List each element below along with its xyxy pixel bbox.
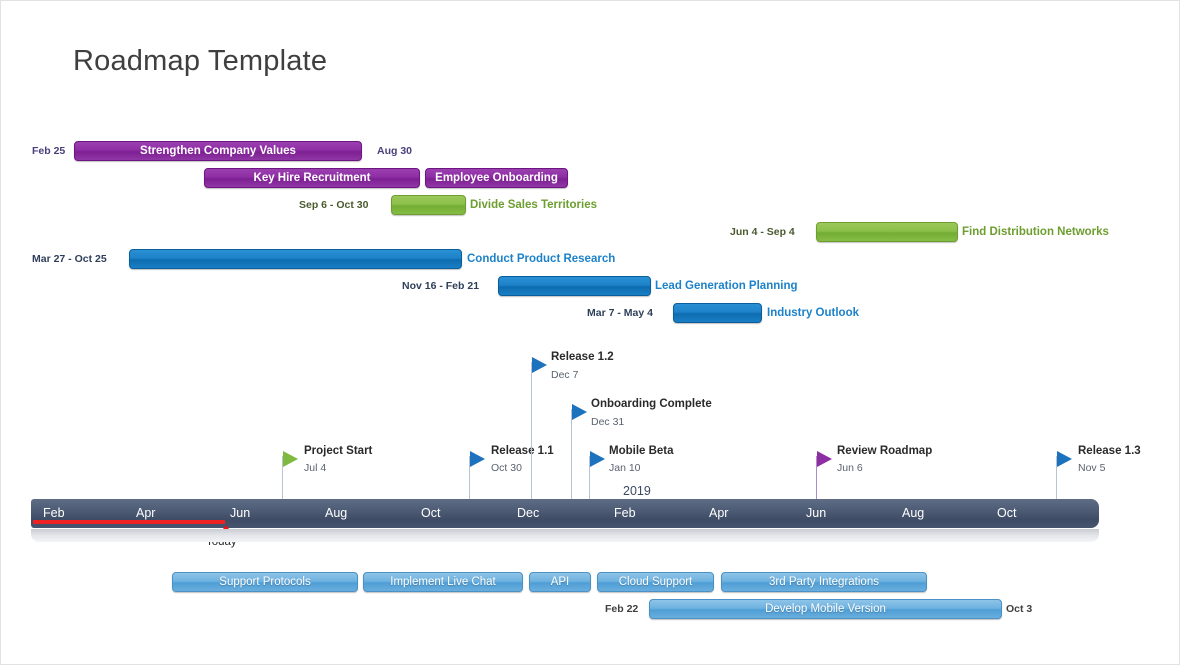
bar-divide-sales-territories[interactable] (391, 195, 466, 215)
bar-label-key-hire-recruitment: Key Hire Recruitment (253, 172, 371, 184)
axis-tick-10-oct: Oct (997, 506, 1017, 520)
milestone-flag-icon-onboarding-complete[interactable] (572, 404, 587, 420)
milestone-title-release-1-3: Release 1.3 (1078, 445, 1141, 457)
milestone-flag-icon-release-1-1[interactable] (470, 451, 485, 467)
axis-tick-7-apr: Apr (709, 506, 729, 520)
start-date-strengthen-company-values: Feb 25 (32, 145, 66, 157)
start-date-find-distribution-networks: Jun 4 - Sep 4 (730, 226, 795, 238)
end-date-develop-mobile-version: Oct 3 (1006, 603, 1033, 615)
axis-tick-4-oct: Oct (421, 506, 441, 520)
axis-tick-3-aug: Aug (325, 506, 348, 520)
milestone-flag-icon-mobile-beta[interactable] (590, 451, 605, 467)
milestone-date-project-start: Jul 4 (304, 462, 327, 474)
axis-tick-9-aug: Aug (902, 506, 925, 520)
roadmap-slide: Roadmap Template Strengthen Company Valu… (0, 0, 1180, 665)
bar-strengthen-company-values[interactable]: Strengthen Company Values (74, 141, 362, 161)
milestone-title-release-1-1: Release 1.1 (491, 445, 554, 457)
milestone-date-release-1-1: Oct 30 (491, 462, 522, 474)
bar-industry-outlook[interactable] (673, 303, 762, 323)
milestone-flag-icon-project-start[interactable] (283, 451, 298, 467)
milestone-date-release-1-2: Dec 7 (551, 369, 579, 381)
bar-cloud-support[interactable]: Cloud Support (597, 572, 714, 592)
bar-implement-live-chat[interactable]: Implement Live Chat (363, 572, 523, 592)
bar-lead-generation-planning[interactable] (498, 276, 651, 296)
milestone-line-onboarding-complete (571, 409, 572, 499)
milestone-flag-icon-release-1-3[interactable] (1057, 451, 1072, 467)
bar-label-3rd-party-integrations: 3rd Party Integrations (769, 576, 879, 588)
bar-label-support-protocols: Support Protocols (219, 576, 311, 588)
axis-tick-2-jun: Jun (230, 506, 251, 520)
bar-label-cloud-support: Cloud Support (618, 576, 693, 588)
bar-label-api: API (550, 576, 570, 588)
start-date-lead-generation-planning: Nov 16 - Feb 21 (402, 280, 480, 292)
milestone-flag-icon-review-roadmap[interactable] (817, 451, 832, 467)
bar-conduct-product-research[interactable] (129, 249, 462, 269)
axis-tick-5-dec: Dec (517, 506, 540, 520)
bar-label-industry-outlook: Industry Outlook (767, 307, 859, 319)
end-date-strengthen-company-values: Aug 30 (377, 145, 413, 157)
milestone-date-release-1-3: Nov 5 (1078, 462, 1106, 474)
milestone-title-onboarding-complete: Onboarding Complete (591, 398, 712, 410)
bar-key-hire-recruitment[interactable]: Key Hire Recruitment (204, 168, 420, 188)
page-title: Roadmap Template (73, 45, 328, 77)
milestone-title-review-roadmap: Review Roadmap (837, 445, 933, 457)
axis-tick-8-jun: Jun (806, 506, 827, 520)
bar-label-divide-sales-territories: Divide Sales Territories (470, 199, 597, 211)
bar-api[interactable]: API (529, 572, 591, 592)
start-date-industry-outlook: Mar 7 - May 4 (587, 307, 653, 319)
start-date-develop-mobile-version: Feb 22 (605, 603, 639, 615)
bar-label-find-distribution-networks: Find Distribution Networks (962, 226, 1109, 238)
bar-develop-mobile-version[interactable]: Develop Mobile Version (649, 599, 1002, 619)
axis-shadow (31, 529, 1099, 542)
bar-label-develop-mobile-version: Develop Mobile Version (765, 603, 886, 615)
milestone-flag-icon-release-1-2[interactable] (532, 357, 547, 373)
milestone-date-mobile-beta: Jan 10 (609, 462, 641, 474)
bar-label-lead-generation-planning: Lead Generation Planning (655, 280, 798, 292)
bar-label-conduct-product-research: Conduct Product Research (467, 253, 616, 265)
milestone-date-review-roadmap: Jun 6 (837, 462, 863, 474)
bar-find-distribution-networks[interactable] (816, 222, 958, 242)
bar-label-strengthen-company-values: Strengthen Company Values (140, 145, 296, 157)
bar-employee-onboarding[interactable]: Employee Onboarding (425, 168, 568, 188)
milestone-date-onboarding-complete: Dec 31 (591, 416, 625, 428)
bar-label-implement-live-chat: Implement Live Chat (390, 576, 496, 588)
bar-3rd-party-integrations[interactable]: 3rd Party Integrations (721, 572, 927, 592)
bar-label-employee-onboarding: Employee Onboarding (435, 172, 558, 184)
bar-support-protocols[interactable]: Support Protocols (172, 572, 358, 592)
start-date-conduct-product-research: Mar 27 - Oct 25 (32, 253, 107, 265)
milestone-title-project-start: Project Start (304, 445, 373, 457)
axis-year-label: 2019 (623, 484, 651, 498)
milestone-title-release-1-2: Release 1.2 (551, 351, 614, 363)
axis-tick-6-feb: Feb (614, 506, 636, 520)
milestone-line-release-1-2 (531, 362, 532, 499)
start-date-divide-sales-territories: Sep 6 - Oct 30 (299, 199, 369, 211)
today-progress-bar (33, 520, 225, 524)
milestone-title-mobile-beta: Mobile Beta (609, 445, 674, 457)
